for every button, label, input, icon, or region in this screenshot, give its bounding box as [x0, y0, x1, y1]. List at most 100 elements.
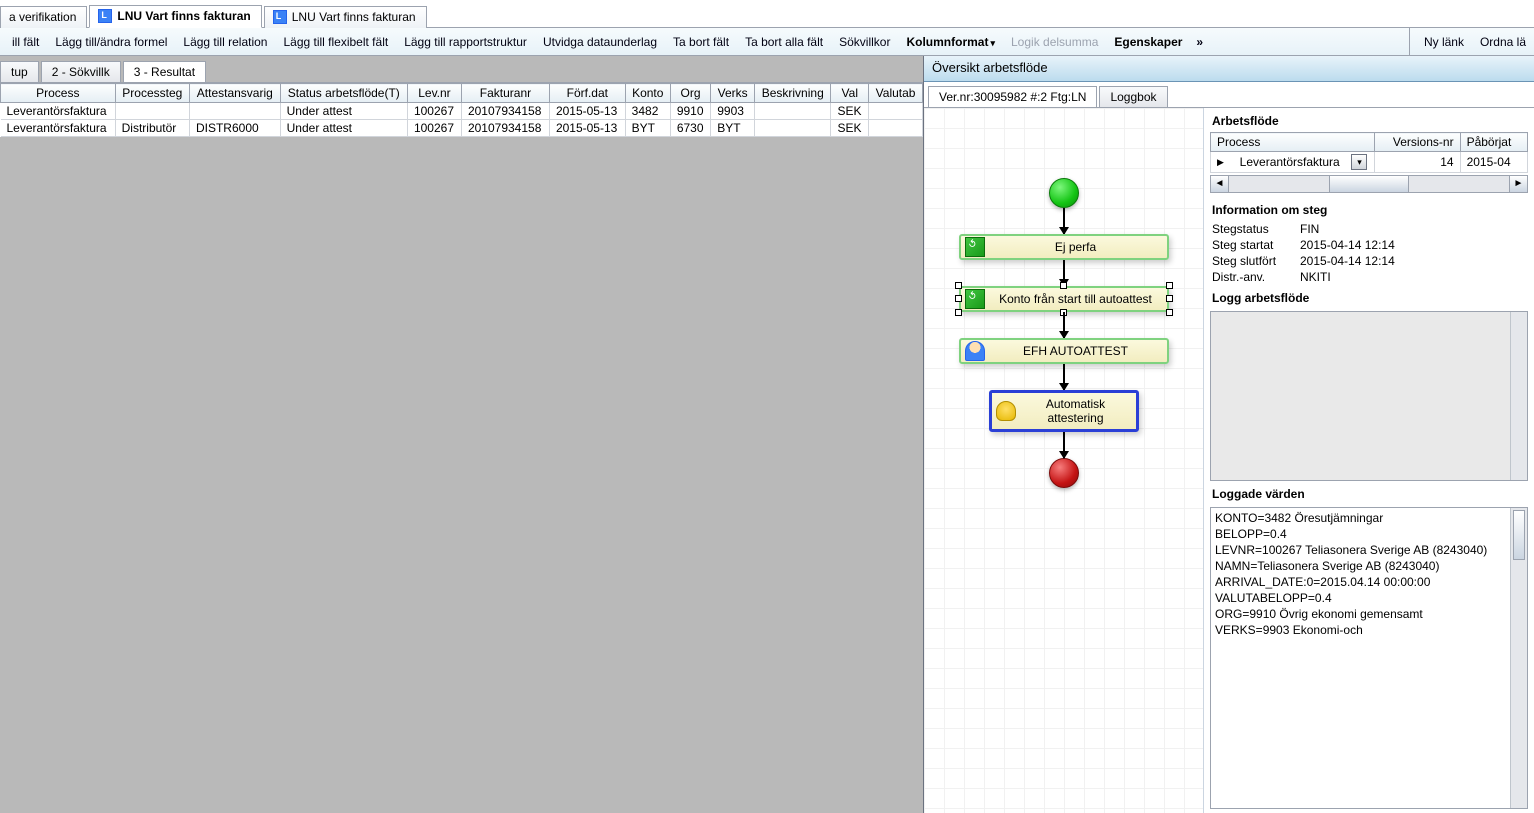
selection-handle[interactable]	[955, 295, 962, 302]
scroll-thumb[interactable]	[1513, 510, 1525, 560]
info-key: Distr.-anv.	[1212, 270, 1292, 284]
workflow-info-table[interactable]: Process Versions-nr Påbörjat Leverantörs…	[1210, 132, 1528, 173]
btn-ill-falt[interactable]: ill fält	[4, 32, 47, 52]
info-panel: Arbetsflöde Process Versions-nr Påbörjat…	[1204, 108, 1534, 813]
col-fakturanr[interactable]: Fakturanr	[461, 84, 549, 103]
flow-automatisk-attestering[interactable]: Automatisk attestering	[989, 390, 1139, 432]
tab-resultat[interactable]: 3 - Resultat	[123, 61, 206, 82]
table-row[interactable]: LeverantörsfakturaUnder attest1002672010…	[1, 103, 923, 120]
cell: Under attest	[280, 120, 407, 137]
workflow-tabs: Ver.nr:30095982 #:2 Ftg:LN Loggbok	[924, 82, 1534, 108]
tab-sokvillkor[interactable]: 2 - Sökvillk	[41, 61, 121, 82]
col-org[interactable]: Org	[670, 84, 710, 103]
cell	[869, 120, 923, 137]
col-process[interactable]: Process	[1211, 133, 1375, 152]
flow-arrow-icon	[1063, 364, 1065, 390]
cell: DISTR6000	[189, 120, 280, 137]
selection-handle[interactable]	[1060, 282, 1067, 289]
cell: 9910	[670, 103, 710, 120]
tab-loggbok[interactable]: Loggbok	[1099, 86, 1167, 107]
scrollbar[interactable]	[1510, 508, 1527, 808]
decision-icon	[965, 289, 985, 309]
selection-handle[interactable]	[955, 282, 962, 289]
flow-efh-autoattest[interactable]: EFH AUTOATTEST	[959, 338, 1169, 364]
scroll-right-icon[interactable]: ►	[1509, 176, 1527, 192]
btn-utvidga[interactable]: Utvidga dataunderlag	[535, 32, 665, 52]
col-forfdat[interactable]: Förf.dat	[549, 84, 625, 103]
flow-ej-perfa[interactable]: Ej perfa	[959, 234, 1169, 260]
cell: SEK	[831, 120, 869, 137]
tab-lnu[interactable]: LNU Vart finns fakturan	[264, 6, 427, 28]
col-konto[interactable]: Konto	[625, 84, 670, 103]
btn-logik[interactable]: Logik delsumma	[1003, 32, 1106, 52]
col-beskrivning[interactable]: Beskrivning	[755, 84, 831, 103]
results-table-wrap: Process Processteg Attestansvarig Status…	[0, 82, 923, 137]
tab-verifikation[interactable]: a verifikation	[0, 6, 87, 28]
toolbar-overflow-icon[interactable]: »	[1190, 35, 1209, 49]
btn-ordna[interactable]: Ordna lä	[1472, 32, 1534, 52]
info-key: Steg slutfört	[1212, 254, 1292, 268]
scroll-left-icon[interactable]: ◄	[1211, 176, 1229, 192]
btn-egenskaper[interactable]: Egenskaper	[1106, 32, 1190, 52]
logged-line: VALUTABELOPP=0.4	[1215, 590, 1507, 606]
logged-values-box[interactable]: KONTO=3482 ÖresutjämningarBELOPP=0.4LEVN…	[1210, 507, 1528, 809]
col-processteg[interactable]: Processteg	[115, 84, 189, 103]
cell: 9903	[711, 103, 755, 120]
col-process[interactable]: Process	[1, 84, 116, 103]
btn-ny-lank[interactable]: Ny länk	[1416, 32, 1472, 52]
col-verks[interactable]: Verks	[711, 84, 755, 103]
section-logg: Logg arbetsflöde	[1212, 291, 1528, 305]
query-tabs: tup 2 - Sökvillk 3 - Resultat	[0, 56, 923, 82]
selection-handle[interactable]	[955, 309, 962, 316]
col-levnr[interactable]: Lev.nr	[407, 84, 461, 103]
horizontal-scrollbar[interactable]: ◄ ►	[1210, 175, 1528, 193]
tab-lnu-active[interactable]: LNU Vart finns fakturan	[89, 5, 261, 28]
col-val[interactable]: Val	[831, 84, 869, 103]
btn-relation[interactable]: Lägg till relation	[175, 32, 275, 52]
table-row[interactable]: LeverantörsfakturaDistributörDISTR6000Un…	[1, 120, 923, 137]
selection-handle[interactable]	[1166, 309, 1173, 316]
btn-kolumnformat[interactable]: Kolumnformat	[898, 32, 1003, 52]
btn-formel[interactable]: Lägg till/ändra formel	[47, 32, 175, 52]
results-table[interactable]: Process Processteg Attestansvarig Status…	[0, 83, 923, 137]
cell: 20107934158	[461, 103, 549, 120]
btn-rapport[interactable]: Lägg till rapportstruktur	[396, 32, 535, 52]
logged-line: NAMN=Teliasonera Sverige AB (8243040)	[1215, 558, 1507, 574]
info-key: Steg startat	[1212, 238, 1292, 252]
end-node[interactable]	[1049, 458, 1079, 488]
btn-flexibelt[interactable]: Lägg till flexibelt fält	[275, 32, 396, 52]
start-node[interactable]	[1049, 178, 1079, 208]
btn-tabort-falt[interactable]: Ta bort fält	[665, 32, 737, 52]
flow-label: Ej perfa	[1055, 240, 1096, 254]
logged-line: KONTO=3482 Öresutjämningar	[1215, 510, 1507, 526]
right-pane: Översikt arbetsflöde Ver.nr:30095982 #:2…	[924, 56, 1534, 813]
selection-handle[interactable]	[1166, 282, 1173, 289]
info-value: 2015-04-14 12:14	[1300, 254, 1395, 268]
col-version[interactable]: Versions-nr	[1374, 133, 1460, 152]
col-paborjat[interactable]: Påbörjat	[1460, 133, 1527, 152]
col-valutab[interactable]: Valutab	[869, 84, 923, 103]
col-status[interactable]: Status arbetsflöde(T)	[280, 84, 407, 103]
cell: 100267	[407, 103, 461, 120]
btn-sokvillkor[interactable]: Sökvillkor	[831, 32, 898, 52]
btn-tabort-alla[interactable]: Ta bort alla fält	[737, 32, 831, 52]
tab-setup[interactable]: tup	[0, 61, 39, 82]
selection-handle[interactable]	[1166, 295, 1173, 302]
workflow-diagram[interactable]: Ej perfa Konto från start till autoattes…	[924, 108, 1204, 813]
logged-line: LEVNR=100267 Teliasonera Sverige AB (824…	[1215, 542, 1507, 558]
logged-line: VERKS=9903 Ekonomi-och	[1215, 622, 1507, 638]
tab-ver[interactable]: Ver.nr:30095982 #:2 Ftg:LN	[928, 86, 1097, 107]
cell: 20107934158	[461, 120, 549, 137]
logged-line: BELOPP=0.4	[1215, 526, 1507, 542]
scrollbar[interactable]	[1510, 312, 1527, 480]
table-row[interactable]: Leverantörsfaktura ▾ 14 2015-04	[1211, 152, 1528, 173]
cell: 100267	[407, 120, 461, 137]
flow-label: EFH AUTOATTEST	[1023, 344, 1128, 358]
col-attest[interactable]: Attestansvarig	[189, 84, 280, 103]
section-arbetsflode: Arbetsflöde	[1212, 114, 1528, 128]
tab-label: LNU Vart finns fakturan	[292, 10, 416, 24]
workflow-log-box[interactable]	[1210, 311, 1528, 481]
scroll-thumb[interactable]	[1329, 176, 1409, 192]
cell: BYT	[625, 120, 670, 137]
dropdown-button[interactable]: ▾	[1351, 154, 1367, 170]
